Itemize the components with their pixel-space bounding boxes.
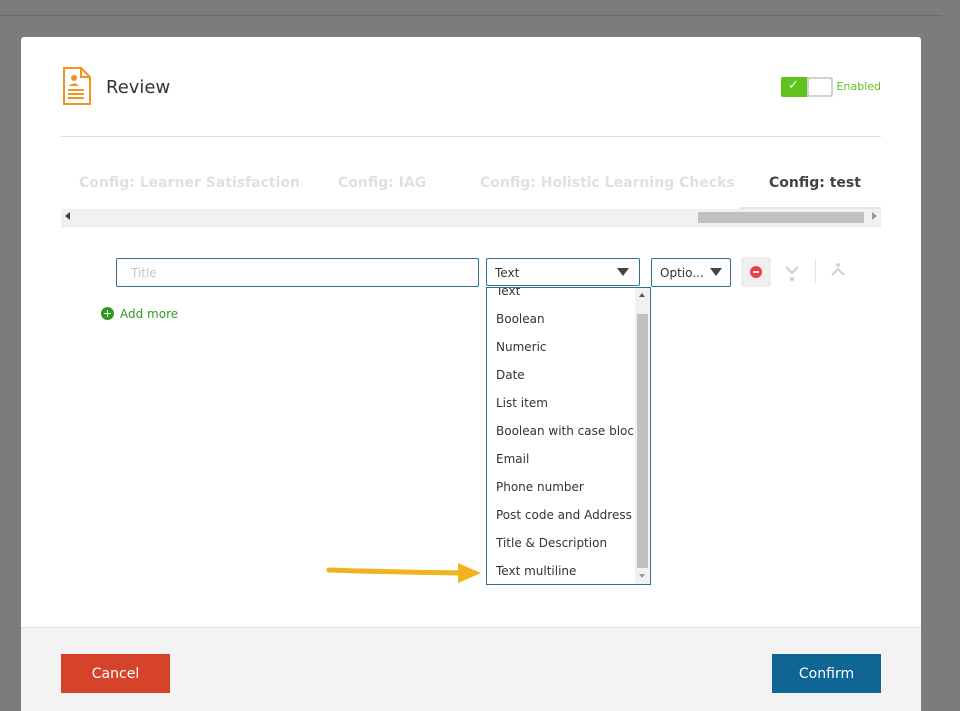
dropdown-options: Text Boolean Numeric Date List item Bool… xyxy=(487,288,641,584)
scroll-up-icon[interactable] xyxy=(639,293,645,297)
scrollbar-thumb[interactable] xyxy=(698,212,864,223)
actions-divider xyxy=(815,259,816,283)
move-up-icon[interactable] xyxy=(827,259,849,285)
field-type-dropdown[interactable]: Text Boolean Numeric Date List item Bool… xyxy=(486,287,651,585)
dropdown-scrollbar-thumb[interactable] xyxy=(637,314,648,568)
cancel-button[interactable]: Cancel xyxy=(61,654,170,693)
option-numeric[interactable]: Numeric xyxy=(487,336,634,364)
plus-circle-icon xyxy=(101,307,114,320)
option-boolean[interactable]: Boolean xyxy=(487,308,634,336)
tab-test[interactable]: Config: test xyxy=(769,175,861,191)
dropdown-scrollbar[interactable] xyxy=(635,288,650,584)
dropdown-arrow-icon xyxy=(617,268,629,276)
toggle-knob xyxy=(809,79,831,95)
option-text[interactable]: Text xyxy=(487,288,634,308)
confirm-button[interactable]: Confirm xyxy=(772,654,881,693)
scroll-left-icon[interactable] xyxy=(65,212,70,220)
option-email[interactable]: Email xyxy=(487,448,634,476)
options-select[interactable]: Optio... xyxy=(651,258,731,287)
remove-circle-icon xyxy=(750,266,762,278)
title-input[interactable] xyxy=(116,258,479,287)
background-divider xyxy=(0,15,942,16)
option-text-multiline[interactable]: Text multiline xyxy=(487,560,634,584)
review-modal: Review ✓ Enabled Config: Learner Satisfa… xyxy=(21,37,921,711)
toggle-on-state: ✓ xyxy=(781,77,807,97)
tab-iag[interactable]: Config: IAG xyxy=(338,175,426,191)
check-icon: ✓ xyxy=(788,78,799,93)
options-value: Optio... xyxy=(660,266,704,280)
header-divider xyxy=(61,136,881,137)
modal-title: Review xyxy=(106,77,171,98)
tab-learner-satisfaction[interactable]: Config: Learner Satisfaction xyxy=(79,175,300,191)
modal-footer: Cancel Confirm xyxy=(21,627,921,711)
arrow-right-annotation xyxy=(326,563,481,583)
option-date[interactable]: Date xyxy=(487,364,634,392)
option-boolean-with-case-block[interactable]: Boolean with case block xyxy=(487,420,641,448)
field-type-select[interactable]: Text xyxy=(486,258,640,286)
remove-field-button[interactable] xyxy=(741,257,771,287)
review-document-icon xyxy=(63,67,91,105)
add-more-label: Add more xyxy=(120,307,179,321)
enabled-label: Enabled xyxy=(836,80,881,93)
modal-header: Review ✓ Enabled xyxy=(61,67,881,107)
option-title-and-description[interactable]: Title & Description xyxy=(487,532,634,560)
dropdown-arrow-icon xyxy=(710,268,722,276)
option-phone-number[interactable]: Phone number xyxy=(487,476,634,504)
scroll-down-icon[interactable] xyxy=(639,574,645,578)
tabs-scrollbar[interactable] xyxy=(61,209,881,227)
move-down-icon[interactable] xyxy=(781,259,803,285)
scroll-right-icon[interactable] xyxy=(872,212,877,220)
tab-holistic-learning-checks[interactable]: Config: Holistic Learning Checks xyxy=(480,175,735,191)
option-post-code-and-address[interactable]: Post code and Address xyxy=(487,504,634,532)
config-tabs: Config: Learner Satisfaction Config: IAG… xyxy=(61,171,881,209)
field-type-value: Text xyxy=(495,266,520,280)
enabled-toggle[interactable]: ✓ xyxy=(781,77,833,97)
option-list-item[interactable]: List item xyxy=(487,392,634,420)
